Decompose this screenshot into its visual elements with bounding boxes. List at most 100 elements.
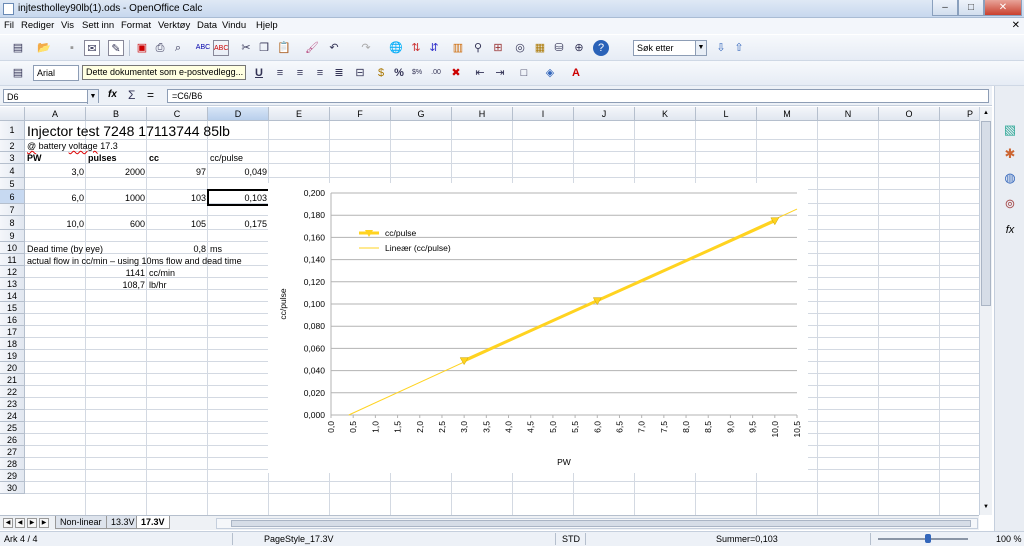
edit-file-icon[interactable]: ✎ — [108, 40, 124, 56]
underline-icon[interactable]: U — [251, 65, 267, 81]
functions-icon[interactable]: fx — [1002, 222, 1018, 238]
row-header[interactable]: 16 — [0, 314, 25, 326]
hyperlink-icon[interactable]: 🌐 — [388, 40, 404, 56]
cell-c6[interactable]: 103 — [147, 192, 208, 204]
properties-icon[interactable]: ▧ — [1002, 122, 1018, 138]
cell-b12[interactable]: 1141 — [86, 267, 147, 279]
column-header[interactable]: M — [757, 107, 818, 121]
column-header[interactable]: G — [391, 107, 452, 121]
align-center-icon[interactable]: ≡ — [292, 65, 308, 81]
function-wizard-icon[interactable]: fx — [108, 89, 117, 100]
sort-descending-icon[interactable]: ⇵ — [426, 40, 442, 56]
cell-d10[interactable]: ms — [210, 243, 222, 255]
menu-data[interactable]: Data — [197, 20, 217, 31]
row-header[interactable]: 28 — [0, 458, 25, 470]
row-header[interactable]: 20 — [0, 362, 25, 374]
menu-hjelp[interactable]: Hjelp — [256, 20, 278, 31]
copy-icon[interactable]: ❐ — [256, 40, 272, 56]
redo-icon[interactable]: ↷ — [358, 40, 374, 56]
menu-rediger[interactable]: Rediger — [21, 20, 54, 31]
first-sheet-icon[interactable]: ◀ — [3, 518, 13, 528]
tab-13-3v[interactable]: 13.3V — [106, 516, 140, 529]
chevron-down-icon[interactable]: ▼ — [695, 41, 706, 55]
column-header[interactable]: P — [940, 107, 979, 121]
row-header[interactable]: 30 — [0, 482, 25, 494]
find-icon[interactable]: ⚲ — [470, 40, 486, 56]
menu-vis[interactable]: Vis — [61, 20, 74, 31]
background-color-icon[interactable]: ◈ — [542, 65, 558, 81]
cell-b13[interactable]: 108,7 — [86, 279, 147, 291]
page-style[interactable]: PageStyle_17.3V — [264, 534, 334, 544]
merge-cells-icon[interactable]: ⊟ — [352, 65, 368, 81]
row-header[interactable]: 25 — [0, 422, 25, 434]
h-scroll-thumb[interactable] — [231, 520, 971, 527]
cell-c8[interactable]: 105 — [147, 218, 208, 230]
export-pdf-icon[interactable]: ▣ — [134, 40, 150, 56]
cell-b6[interactable]: 1000 — [86, 192, 147, 204]
menu-sett-inn[interactable]: Sett inn — [82, 20, 114, 31]
cut-icon[interactable]: ✂ — [238, 40, 254, 56]
row-header[interactable]: 12 — [0, 266, 25, 278]
close-document-icon[interactable]: ✕ — [1012, 20, 1020, 31]
column-header[interactable]: I — [513, 107, 574, 121]
zoom-level[interactable]: 100 % — [996, 534, 1022, 544]
page-preview-icon[interactable]: ⌕ — [170, 40, 186, 56]
zoom-icon[interactable]: ⊕ — [571, 40, 587, 56]
styles-formatting-icon[interactable]: ✱ — [1002, 146, 1018, 162]
scroll-up-icon[interactable]: ▲ — [981, 108, 991, 118]
gallery-icon[interactable]: ▦ — [532, 40, 548, 56]
paste-icon[interactable]: 📋 — [276, 40, 292, 56]
email-icon[interactable]: ✉ — [84, 40, 100, 56]
save-icon[interactable]: ▪ — [64, 40, 80, 56]
column-header[interactable]: J — [574, 107, 635, 121]
increase-indent-icon[interactable]: ⇥ — [492, 65, 508, 81]
close-button[interactable]: ✕ — [984, 0, 1022, 16]
standard-format-icon[interactable]: $% — [409, 65, 425, 81]
cell-a1[interactable]: Injector test 7248 17113744 85lb — [27, 123, 230, 140]
column-header[interactable]: O — [879, 107, 940, 121]
row-header[interactable]: 15 — [0, 302, 25, 314]
spellcheck-icon[interactable]: ABC — [195, 40, 211, 56]
cell-b8[interactable]: 600 — [86, 218, 147, 230]
column-header[interactable]: F — [330, 107, 391, 121]
delete-decimal-icon[interactable]: ✖ — [448, 65, 464, 81]
last-sheet-icon[interactable]: ▶ — [39, 518, 49, 528]
select-all-corner[interactable] — [0, 107, 25, 121]
align-left-icon[interactable]: ≡ — [272, 65, 288, 81]
vertical-scrollbar[interactable]: ▲ ▼ — [979, 107, 992, 515]
row-header[interactable]: 17 — [0, 326, 25, 338]
navigator-icon[interactable]: ◎ — [512, 40, 528, 56]
column-header[interactable]: C — [147, 107, 208, 121]
row-header[interactable]: 14 — [0, 290, 25, 302]
menu-vindu[interactable]: Vindu — [222, 20, 246, 31]
cell-a3[interactable]: PW — [27, 152, 42, 164]
formula-input[interactable]: =C6/B6 — [167, 89, 989, 103]
column-header[interactable]: H — [452, 107, 513, 121]
tab-non-linear[interactable]: Non-linear — [55, 516, 107, 529]
styles-icon[interactable]: ▤ — [10, 65, 26, 81]
row-header[interactable]: 27 — [0, 446, 25, 458]
row-header[interactable]: 22 — [0, 386, 25, 398]
zoom-slider[interactable] — [878, 538, 968, 540]
justify-icon[interactable]: ≣ — [331, 65, 347, 81]
cell-d3[interactable]: cc/pulse — [210, 152, 243, 164]
percent-icon[interactable]: % — [391, 65, 407, 81]
open-icon[interactable]: 📂 — [36, 40, 52, 56]
row-header[interactable]: 23 — [0, 398, 25, 410]
cell-b4[interactable]: 2000 — [86, 166, 147, 178]
currency-icon[interactable]: $ — [373, 65, 389, 81]
cell-c12[interactable]: cc/min — [149, 267, 175, 279]
menu-verktoy[interactable]: Verktøy — [158, 20, 190, 31]
print-icon[interactable]: ⎙ — [152, 40, 168, 56]
cell-b3[interactable]: pulses — [88, 152, 117, 164]
row-header[interactable]: 13 — [0, 278, 25, 290]
zoom-slider-handle[interactable] — [925, 534, 931, 543]
cell-a11[interactable]: actual flow in cc/min – using 10ms flow … — [27, 255, 242, 267]
maximize-button[interactable]: □ — [958, 0, 984, 16]
row-header[interactable]: 21 — [0, 374, 25, 386]
find-next-icon[interactable]: ⇩ — [713, 40, 729, 56]
row-header[interactable]: 29 — [0, 470, 25, 482]
cell-c4[interactable]: 97 — [147, 166, 208, 178]
minimize-button[interactable]: – — [932, 0, 958, 16]
align-right-icon[interactable]: ≡ — [312, 65, 328, 81]
